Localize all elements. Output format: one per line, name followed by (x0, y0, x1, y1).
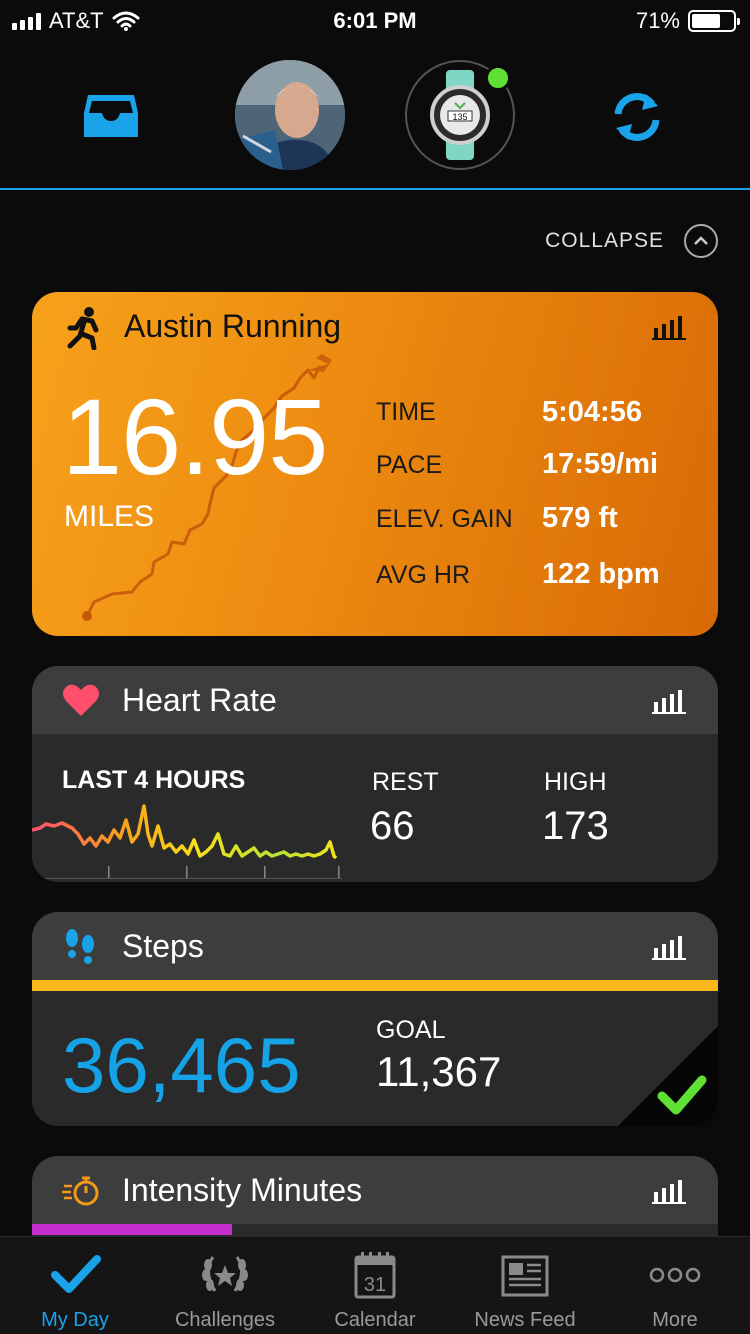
stopwatch-icon (62, 1176, 99, 1206)
tab-label: Calendar (334, 1309, 416, 1331)
tab-challenges[interactable]: Challenges (150, 1237, 300, 1334)
heart-icon (63, 684, 99, 716)
laurel-icon (202, 1256, 248, 1292)
stat-label-elevation: ELEV. GAIN (376, 505, 513, 533)
calendar-icon: 31 (354, 1252, 396, 1299)
tab-label: Challenges (174, 1309, 276, 1331)
heart-rate-period: LAST 4 HOURS (62, 766, 246, 794)
bar-chart-icon[interactable] (652, 688, 686, 714)
intensity-progress-bar (32, 1224, 232, 1235)
profile-avatar[interactable] (235, 60, 345, 170)
distance-value: 16.95 (62, 376, 328, 497)
high-value: 173 (542, 804, 609, 848)
tab-calendar[interactable]: 31 Calendar (300, 1237, 450, 1334)
intensity-header: Intensity Minutes (32, 1156, 718, 1224)
distance-unit: MILES (64, 500, 155, 533)
steps-card[interactable]: Steps 36,465 GOAL 11,367 (32, 912, 718, 1126)
stat-label-avg-hr: AVG HR (376, 561, 470, 589)
checkmark-icon (51, 1255, 101, 1293)
collapse-label: COLLAPSE (545, 229, 664, 252)
status-bar: AT&T 6:01 PM 71% (0, 0, 750, 40)
heart-rate-card[interactable]: Heart Rate LAST 4 HOURS REST 66 HIGH 173 (32, 666, 718, 882)
stat-value-time: 5:04:56 (542, 396, 642, 428)
stat-label-time: TIME (376, 398, 436, 426)
calendar-date: 31 (364, 1274, 386, 1296)
footprints-icon (66, 929, 94, 964)
goal-value: 11,367 (376, 1048, 502, 1095)
high-label: HIGH (544, 768, 607, 796)
tab-more[interactable]: More (600, 1237, 750, 1334)
bar-chart-icon[interactable] (652, 934, 686, 960)
goal-label: GOAL (376, 1016, 446, 1044)
tab-news-feed[interactable]: News Feed (450, 1237, 600, 1334)
steps-value: 36,465 (62, 1021, 301, 1109)
tab-my-day[interactable]: My Day (0, 1237, 150, 1334)
sync-icon[interactable] (608, 88, 666, 146)
bar-chart-icon[interactable] (652, 314, 686, 340)
battery-percent: 71% (635, 8, 680, 33)
tab-bar: My Day Challenges 31 Calendar News Feed (0, 1236, 750, 1334)
stat-value-avg-hr: 122 bpm (542, 558, 660, 590)
heart-rate-title: Heart Rate (122, 682, 277, 718)
newspaper-icon (501, 1255, 549, 1297)
heart-rate-sparkline (32, 804, 342, 879)
rest-label: REST (372, 768, 439, 796)
stat-value-elevation: 579 ft (542, 502, 618, 534)
tab-label: More (652, 1309, 698, 1331)
inbox-icon[interactable] (82, 91, 140, 141)
steps-title: Steps (122, 928, 204, 964)
tab-label: News Feed (474, 1309, 576, 1331)
svg-text:135: 135 (452, 112, 467, 122)
running-icon (67, 307, 99, 350)
battery-icon (688, 10, 740, 32)
activity-title: Austin Running (124, 308, 342, 344)
steps-progress-bar (32, 980, 718, 991)
activity-card[interactable]: Austin Running 16.95 MILES TIME 5:04:56 … (32, 292, 718, 636)
more-dots-icon (649, 1267, 701, 1283)
collapse-toggle[interactable]: COLLAPSE (545, 224, 718, 258)
stat-value-pace: 17:59/mi (542, 448, 659, 480)
steps-header: Steps (32, 912, 718, 980)
tab-label: My Day (41, 1309, 109, 1331)
connected-status-dot (485, 65, 511, 91)
intensity-title: Intensity Minutes (122, 1172, 363, 1208)
rest-value: 66 (370, 804, 415, 848)
chevron-up-icon[interactable] (684, 224, 718, 258)
top-nav: 135 (0, 55, 750, 190)
goal-reached-badge (618, 1026, 718, 1126)
bar-chart-icon[interactable] (652, 1178, 686, 1204)
stat-label-pace: PACE (376, 451, 443, 479)
device-watch-button[interactable]: 135 (405, 60, 515, 170)
heart-rate-header: Heart Rate (32, 666, 718, 734)
